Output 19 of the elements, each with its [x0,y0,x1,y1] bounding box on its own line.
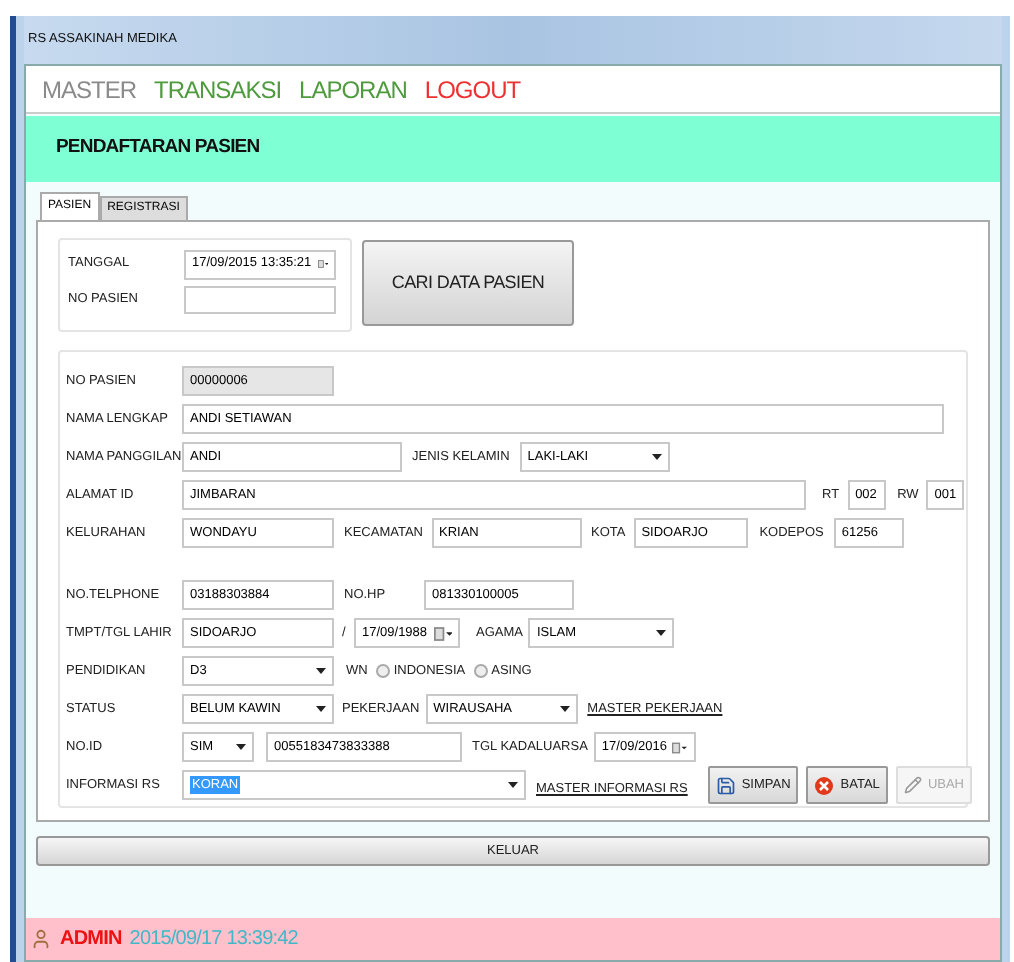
search-patient-button[interactable]: CARI DATA PASIEN [362,240,574,326]
status-datetime: 2015/09/17 13:39:42 [129,926,298,954]
caret-icon [508,782,518,788]
calendar-icon [672,739,688,755]
caret-icon [656,630,667,636]
pencil-icon [903,776,922,794]
caret-icon [559,706,570,712]
caret-icon [316,668,326,674]
menu-item[interactable]: LOGOUT [424,71,521,107]
user-icon [30,928,52,950]
page-title: PENDAFTARAN PASIEN [56,134,260,163]
calendar-icon [317,256,328,272]
input-field[interactable] [184,286,336,314]
cancel-icon [814,775,835,795]
calendar-icon [433,625,452,641]
caret-icon [651,454,662,460]
user-name: ADMIN [60,926,122,954]
caret-icon [236,744,246,750]
caret-icon [316,706,326,712]
